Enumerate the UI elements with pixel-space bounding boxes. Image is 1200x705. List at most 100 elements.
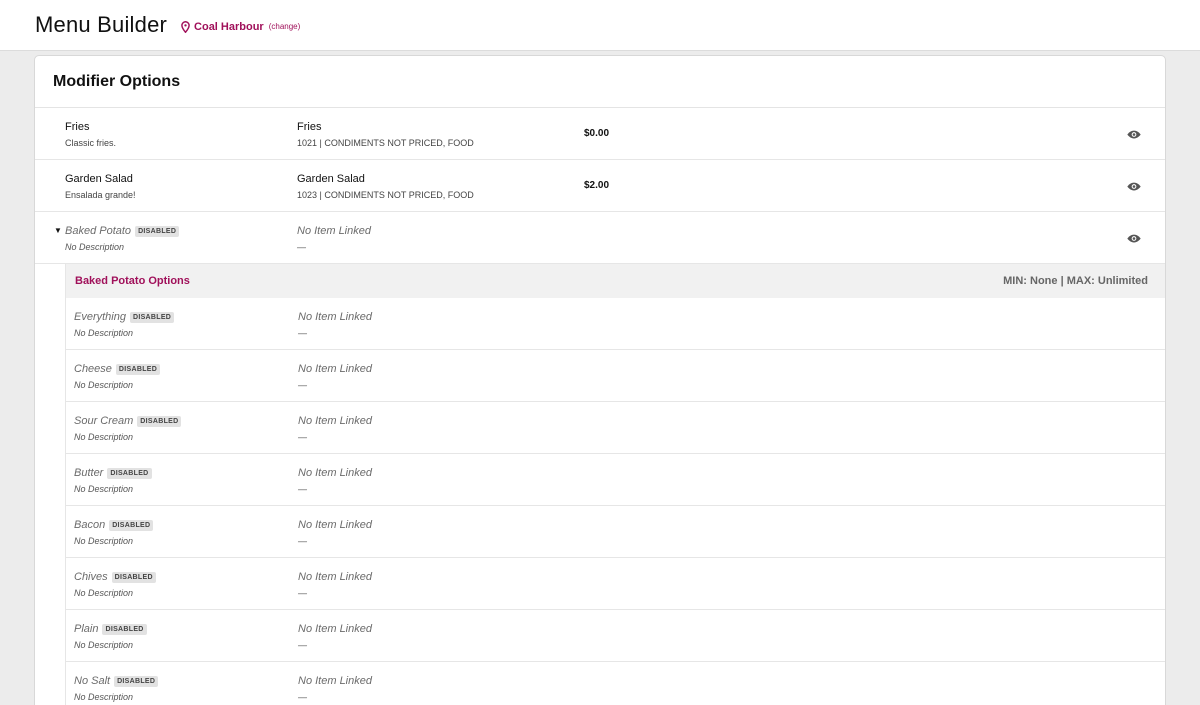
linked-item-name: No Item Linked <box>298 675 372 687</box>
linked-item-detail: 1023 | CONDIMENTS NOT PRICED, FOOD <box>297 190 474 200</box>
sub-option-row[interactable]: No Salt DISABLED No Description No Item L… <box>66 662 1165 705</box>
option-description: No Description <box>74 432 134 442</box>
modifier-options-card: Modifier Options Fries Classic fries. Fr… <box>34 55 1166 705</box>
option-description: Ensalada grande! <box>65 190 136 200</box>
option-name: Plain <box>74 623 99 635</box>
option-description: No Description <box>74 328 134 338</box>
linked-item-name: No Item Linked <box>298 623 372 635</box>
group-title[interactable]: Baked Potato Options <box>75 275 190 287</box>
linked-item: No Item Linked — <box>298 570 372 599</box>
group-header: Baked Potato Options MIN: None | MAX: Un… <box>66 264 1165 298</box>
option-info: Garden Salad Ensalada grande! <box>65 172 136 201</box>
option-name: Everything <box>74 311 126 323</box>
linked-item: No Item Linked — <box>298 518 372 547</box>
linked-item: Garden Salad 1023 | CONDIMENTS NOT PRICE… <box>297 172 474 201</box>
linked-item-detail: — <box>298 328 307 338</box>
linked-item-name: No Item Linked <box>298 519 372 531</box>
disabled-badge: DISABLED <box>111 571 156 583</box>
sub-option-row[interactable]: Sour Cream DISABLED No Description No Ite… <box>66 402 1165 454</box>
location-selector[interactable]: Coal Harbour (change) <box>181 21 300 33</box>
linked-item-detail: 1021 | CONDIMENTS NOT PRICED, FOOD <box>297 138 474 148</box>
option-description: No Description <box>74 640 134 650</box>
option-description: No Description <box>74 536 134 546</box>
option-name: No Salt <box>74 675 111 687</box>
linked-item-name: No Item Linked <box>297 225 371 237</box>
sub-option-row[interactable]: Bacon DISABLED No Description No Item Lin… <box>66 506 1165 558</box>
disabled-badge: DISABLED <box>114 675 159 687</box>
linked-item-name: Garden Salad <box>297 173 365 185</box>
sub-option-row[interactable]: Cheese DISABLED No Description No Item Li… <box>66 350 1165 402</box>
linked-item: No Item Linked — <box>298 622 372 651</box>
linked-item-detail: — <box>298 536 307 546</box>
option-price: $0.00 <box>584 128 610 139</box>
change-location-link[interactable]: (change) <box>269 22 301 31</box>
sub-option-row[interactable]: Plain DISABLED No Description No Item Lin… <box>66 610 1165 662</box>
option-price: $2.00 <box>584 180 610 191</box>
option-row-fries[interactable]: Fries Classic fries. Fries 1021 | CONDIM… <box>35 108 1165 160</box>
baked-potato-options-group: Baked Potato Options MIN: None | MAX: Un… <box>65 264 1165 705</box>
option-info: Fries Classic fries. <box>65 120 116 149</box>
location-name[interactable]: Coal Harbour <box>194 21 264 33</box>
linked-item-name: No Item Linked <box>298 571 372 583</box>
linked-item-detail: — <box>298 640 307 650</box>
collapse-caret-icon[interactable]: ▼ <box>54 226 62 235</box>
option-name: Butter <box>74 467 104 479</box>
card-title: Modifier Options <box>35 56 1165 108</box>
sub-option-row[interactable]: Everything DISABLED No Description No Ite… <box>66 298 1165 350</box>
option-name: Fries <box>65 121 90 133</box>
disabled-badge: DISABLED <box>129 311 175 323</box>
linked-item-detail: — <box>298 432 307 442</box>
linked-item: No Item Linked — <box>298 414 372 443</box>
linked-item: No Item Linked — <box>298 362 372 391</box>
option-row-baked-potato[interactable]: ▼ Baked Potato DISABLED No Description No… <box>35 212 1165 264</box>
option-name: Garden Salad <box>65 173 133 185</box>
option-info: Baked Potato DISABLED No Description <box>65 224 180 253</box>
location-pin-icon <box>181 20 190 33</box>
linked-item-detail: — <box>297 242 306 252</box>
option-name: Sour Cream <box>74 415 134 427</box>
eye-icon[interactable] <box>1127 182 1141 191</box>
option-name: Cheese <box>74 363 112 375</box>
option-description: Classic fries. <box>65 138 117 148</box>
group-min-max: MIN: None | MAX: Unlimited <box>1003 275 1148 287</box>
disabled-badge: DISABLED <box>135 225 180 237</box>
option-description: No Description <box>74 380 134 390</box>
linked-item-detail: — <box>298 380 307 390</box>
linked-item-detail: — <box>298 588 307 598</box>
disabled-badge: DISABLED <box>115 363 161 375</box>
option-info: Cheese DISABLED No Description <box>74 362 161 391</box>
disabled-badge: DISABLED <box>137 415 182 427</box>
linked-item: No Item Linked — <box>298 674 372 703</box>
option-info: Butter DISABLED No Description <box>74 466 152 495</box>
linked-item-name: No Item Linked <box>298 311 372 323</box>
option-info: No Salt DISABLED No Description <box>74 674 159 703</box>
option-name: Bacon <box>74 519 106 531</box>
option-info: Everything DISABLED No Description <box>74 310 175 339</box>
option-info: Bacon DISABLED No Description <box>74 518 154 547</box>
disabled-badge: DISABLED <box>107 467 152 479</box>
top-bar: Menu Builder Coal Harbour (change) <box>0 0 1200 51</box>
option-name: Chives <box>74 571 108 583</box>
option-info: Sour Cream DISABLED No Description <box>74 414 182 443</box>
linked-item-detail: — <box>298 484 307 494</box>
linked-item-name: Fries <box>297 121 322 133</box>
option-info: Chives DISABLED No Description <box>74 570 156 599</box>
option-info: Plain DISABLED No Description <box>74 622 147 651</box>
option-description: No Description <box>65 242 125 252</box>
eye-icon[interactable] <box>1127 130 1141 139</box>
disabled-badge: DISABLED <box>109 519 154 531</box>
option-name: Baked Potato <box>65 225 132 237</box>
disabled-badge: DISABLED <box>102 623 147 635</box>
eye-icon[interactable] <box>1127 234 1141 243</box>
linked-item: No Item Linked — <box>297 224 371 253</box>
page-title: Menu Builder <box>35 12 168 37</box>
option-row-garden-salad[interactable]: Garden Salad Ensalada grande! Garden Sal… <box>35 160 1165 212</box>
sub-option-row[interactable]: Chives DISABLED No Description No Item Li… <box>66 558 1165 610</box>
sub-option-row[interactable]: Butter DISABLED No Description No Item Li… <box>66 454 1165 506</box>
option-description: No Description <box>74 484 134 494</box>
option-description: No Description <box>74 588 134 598</box>
linked-item-name: No Item Linked <box>298 363 372 375</box>
linked-item: No Item Linked — <box>298 310 372 339</box>
linked-item: No Item Linked — <box>298 466 372 495</box>
linked-item-name: No Item Linked <box>298 467 372 479</box>
